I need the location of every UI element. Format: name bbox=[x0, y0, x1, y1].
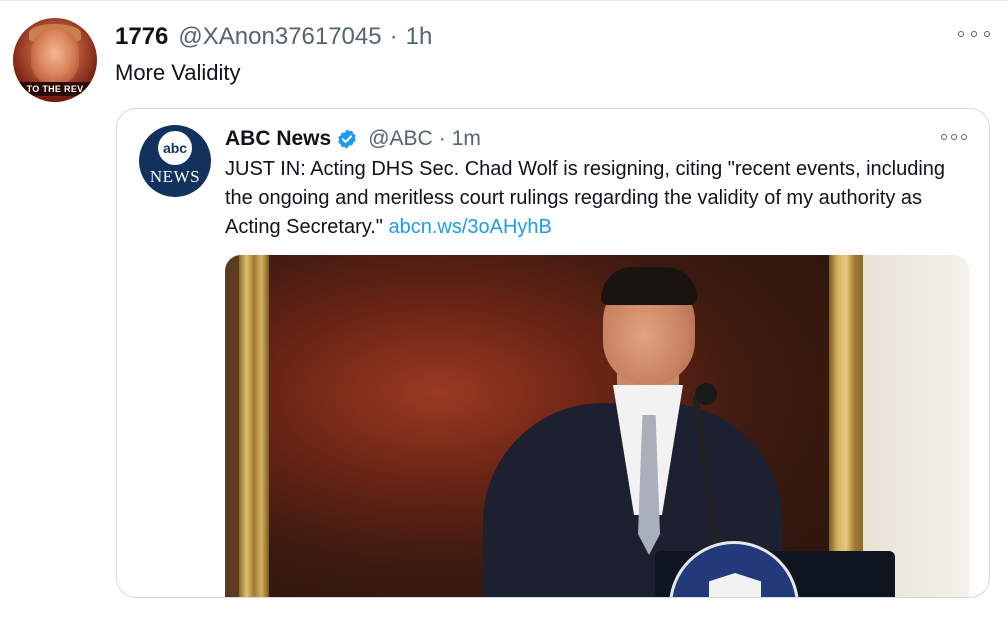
microphone-icon bbox=[695, 383, 717, 405]
quoted-more-options-icon[interactable] bbox=[941, 131, 967, 143]
user-avatar[interactable]: TO THE REV bbox=[13, 18, 97, 102]
tweet-timestamp[interactable]: 1h bbox=[406, 23, 433, 51]
verified-badge-icon bbox=[338, 129, 356, 149]
wall bbox=[863, 255, 969, 597]
quoted-tweet-header: ABC News @ABC · 1m bbox=[225, 125, 481, 153]
user-handle[interactable]: @XAnon37617045 bbox=[178, 23, 381, 51]
painting-frame-right bbox=[829, 255, 863, 597]
quoted-tweet-body: JUST IN: Acting DHS Sec. Chad Wolf is re… bbox=[225, 158, 946, 238]
quoted-display-name[interactable]: ABC News bbox=[225, 127, 331, 151]
quoted-tweet-link[interactable]: abcn.ws/3oAHyhB bbox=[388, 216, 551, 238]
abc-news-avatar[interactable]: abc NEWS bbox=[139, 125, 211, 197]
tweet-text: More Validity bbox=[115, 60, 241, 85]
quoted-tweet-photo[interactable] bbox=[225, 255, 969, 597]
quoted-separator-dot: · bbox=[438, 127, 446, 150]
quoted-tweet-text: JUST IN: Acting DHS Sec. Chad Wolf is re… bbox=[225, 155, 965, 242]
speaker-hair bbox=[601, 267, 697, 305]
quoted-tweet-card[interactable]: abc NEWS ABC News @ABC · 1m JUST IN: Act… bbox=[116, 108, 990, 598]
separator-dot: · bbox=[389, 23, 398, 50]
avatar-banner-text: TO THE REV bbox=[13, 82, 97, 96]
tweet: TO THE REV 1776 @XAnon37617045 · 1h More… bbox=[0, 0, 1008, 617]
painting-frame-left bbox=[239, 255, 269, 597]
quoted-timestamp[interactable]: 1m bbox=[452, 127, 481, 151]
more-options-icon[interactable] bbox=[958, 26, 990, 42]
tweet-header: 1776 @XAnon37617045 · 1h bbox=[115, 22, 432, 52]
display-name[interactable]: 1776 bbox=[115, 23, 168, 51]
abc-logo-text: abc bbox=[158, 131, 192, 165]
quoted-user-handle[interactable]: @ABC bbox=[368, 127, 433, 151]
news-logo-text: NEWS bbox=[149, 167, 201, 186]
